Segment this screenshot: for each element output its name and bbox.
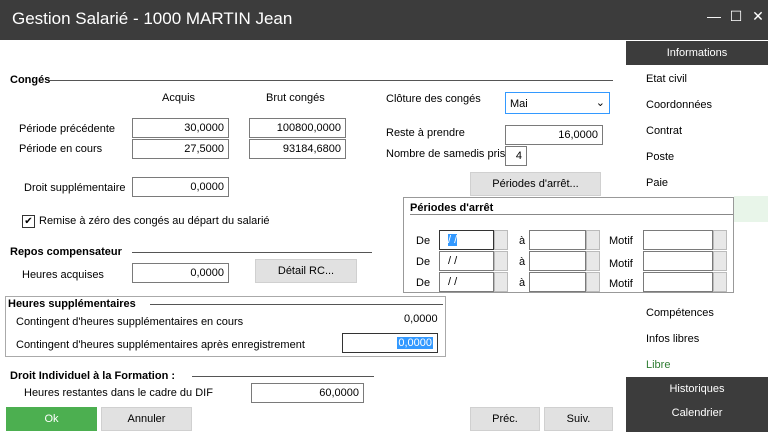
de-date-field[interactable]: / / <box>439 272 494 292</box>
sidebar-item-poste[interactable]: Poste <box>646 151 674 163</box>
contingent-apres-field[interactable]: 0,0000 <box>342 333 438 353</box>
motif-field[interactable] <box>643 272 713 292</box>
motif-label: Motif <box>609 235 633 247</box>
a-label: à <box>519 235 526 247</box>
contingent-apres-label: Contingent d'heures supplémentaires aprè… <box>16 339 305 351</box>
chevron-down-icon: ⌄ <box>595 97 605 109</box>
ok-button[interactable]: Ok <box>6 407 97 431</box>
motif-label: Motif <box>609 258 633 270</box>
contingent-en-cours-label: Contingent d'heures supplémentaires en c… <box>16 316 244 328</box>
sidebar-item-selected[interactable] <box>734 196 768 222</box>
periode-en-cours-acquis[interactable]: 27,5000 <box>132 139 229 159</box>
de-date-value: / / <box>448 234 458 246</box>
lookup-icon[interactable] <box>713 230 727 250</box>
conges-section-title: Congés <box>10 74 51 86</box>
prec-button[interactable]: Préc. <box>470 407 540 431</box>
cloture-value: Mai <box>510 98 528 110</box>
a-date-field[interactable] <box>529 230 586 250</box>
a-label: à <box>519 256 526 268</box>
periode-en-cours-label: Période en cours <box>19 143 103 155</box>
a-date-field[interactable] <box>529 251 586 271</box>
motif-field[interactable] <box>643 230 713 250</box>
a-date-field[interactable] <box>529 272 586 292</box>
acquis-header: Acquis <box>162 92 196 104</box>
de-label: De <box>416 235 431 247</box>
maximize-icon[interactable]: ☐ <box>728 8 744 24</box>
droit-supplementaire-field[interactable]: 0,0000 <box>132 177 229 197</box>
cloture-label: Clôture des congés <box>386 93 481 105</box>
periode-en-cours-brut[interactable]: 93184,6800 <box>249 139 346 159</box>
periode-precedente-label: Période précédente <box>19 123 116 135</box>
reste-field[interactable]: 16,0000 <box>505 125 603 145</box>
divider <box>50 80 613 81</box>
divider <box>132 252 372 253</box>
annuler-button[interactable]: Annuler <box>101 407 192 431</box>
contingent-apres-value: 0,0000 <box>397 337 433 349</box>
title-bar: Gestion Salarié - 1000 MARTIN Jean — ☐ ✕ <box>0 0 768 40</box>
a-label: à <box>519 277 526 289</box>
dif-label: Heures restantes dans le cadre du DIF <box>24 387 213 399</box>
sidebar-calendrier[interactable]: Calendrier <box>626 401 768 432</box>
sidebar-informations[interactable]: Informations <box>626 41 768 65</box>
brut-header: Brut congés <box>266 92 325 104</box>
sidebar-item-coordonnees[interactable]: Coordonnées <box>646 99 712 111</box>
sidebar-item-competences[interactable]: Compétences <box>646 307 714 319</box>
sidebar-item-paie[interactable]: Paie <box>646 177 668 189</box>
motif-field[interactable] <box>643 251 713 271</box>
droit-supplementaire-label: Droit supplémentaire <box>24 182 126 194</box>
periode-precedente-acquis[interactable]: 30,0000 <box>132 118 229 138</box>
calendar-icon[interactable] <box>586 272 600 292</box>
de-date-field[interactable]: / / <box>439 230 494 250</box>
divider <box>150 304 443 305</box>
sidebar-item-infos-libres[interactable]: Infos libres <box>646 333 699 345</box>
calendar-icon[interactable] <box>494 230 508 250</box>
sidebar-item-contrat[interactable]: Contrat <box>646 125 682 137</box>
window-title: Gestion Salarié - 1000 MARTIN Jean <box>12 9 293 28</box>
periodes-arret-popup: Périodes d'arrêt De / / à Motif De / / à… <box>403 197 734 293</box>
minimize-icon[interactable]: — <box>706 8 722 24</box>
divider <box>192 376 374 377</box>
dif-section-title: Droit Individuel à la Formation : <box>10 370 176 382</box>
periode-precedente-brut[interactable]: 100800,0000 <box>249 118 346 138</box>
reste-label: Reste à prendre <box>386 127 465 139</box>
remise-checkbox[interactable]: ✔ <box>22 215 35 228</box>
heures-sup-title: Heures supplémentaires <box>8 298 136 310</box>
close-icon[interactable]: ✕ <box>750 8 766 24</box>
detail-rc-button[interactable]: Détail RC... <box>255 259 357 283</box>
lookup-icon[interactable] <box>713 272 727 292</box>
de-date-field[interactable]: / / <box>439 251 494 271</box>
repos-section-title: Repos compensateur <box>10 246 122 258</box>
de-label: De <box>416 256 431 268</box>
divider <box>410 214 733 215</box>
suiv-button[interactable]: Suiv. <box>544 407 613 431</box>
periodes-arret-button[interactable]: Périodes d'arrêt... <box>470 172 601 196</box>
heures-acquises-label: Heures acquises <box>22 269 104 281</box>
contingent-en-cours-value: 0,0000 <box>404 313 438 325</box>
remise-label: Remise à zéro des congés au départ du sa… <box>39 215 270 227</box>
cloture-select[interactable]: Mai ⌄ <box>505 92 610 114</box>
lookup-icon[interactable] <box>713 251 727 271</box>
calendar-icon[interactable] <box>494 272 508 292</box>
sidebar-item-etat-civil[interactable]: Etat civil <box>646 73 687 85</box>
calendar-icon[interactable] <box>586 230 600 250</box>
calendar-icon[interactable] <box>586 251 600 271</box>
popup-title: Périodes d'arrêt <box>410 202 494 214</box>
samedis-field[interactable]: 4 <box>505 146 527 166</box>
heures-acquises-field[interactable]: 0,0000 <box>132 263 229 283</box>
sidebar-item-libre[interactable]: Libre <box>646 359 670 371</box>
dif-field[interactable]: 60,0000 <box>251 383 364 403</box>
calendar-icon[interactable] <box>494 251 508 271</box>
samedis-label: Nombre de samedis pris <box>386 148 506 160</box>
sidebar-historiques[interactable]: Historiques <box>626 377 768 401</box>
de-label: De <box>416 277 431 289</box>
motif-label: Motif <box>609 278 633 290</box>
